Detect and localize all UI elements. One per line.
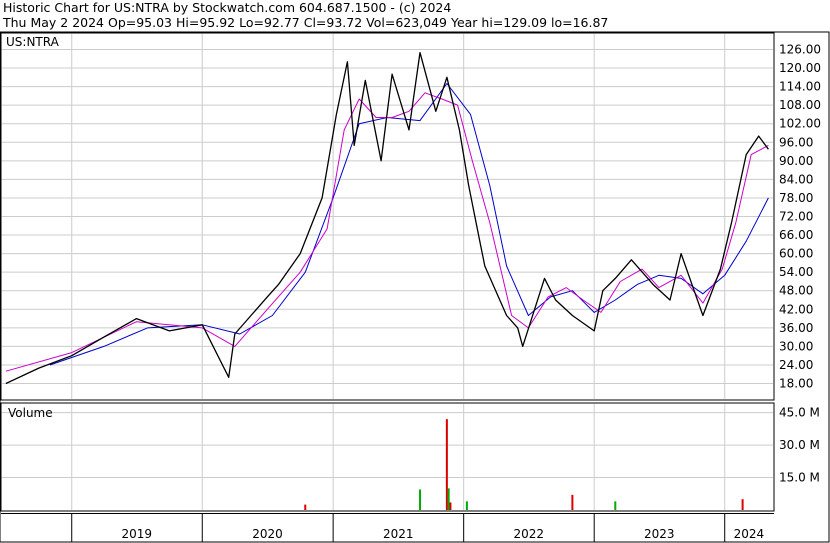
x-tick-label-5: 2024 — [734, 527, 765, 541]
x-tick-label-0: 2019 — [122, 527, 153, 541]
axis-separator — [1, 513, 774, 514]
price-y-tick-9: 72.00 — [779, 210, 813, 224]
volume-y-tick-0: 45.0 M — [779, 406, 820, 420]
price-y-tick-11: 60.00 — [779, 247, 813, 261]
volume-bar-7 — [614, 501, 617, 510]
volume-bar-2 — [445, 419, 448, 510]
price-y-tick-13: 48.00 — [779, 284, 813, 298]
price-y-tick-14: 42.00 — [779, 302, 813, 316]
volume-y-tick-1: 30.0 M — [779, 438, 820, 452]
volume-bar-5 — [465, 501, 468, 510]
price-y-tick-12: 54.00 — [779, 265, 813, 279]
x-axis: 2019 2020 2021 2022 2023 2024 — [71, 514, 765, 542]
price-y-tick-4: 102.00 — [779, 117, 821, 131]
price-y-tick-8: 78.00 — [779, 191, 813, 205]
price-y-tick-3: 108.00 — [779, 98, 821, 112]
price-y-tick-1: 120.00 — [779, 61, 821, 75]
price-y-tick-5: 96.00 — [779, 135, 813, 149]
price-y-tick-10: 66.00 — [779, 228, 813, 242]
volume-bar-6 — [571, 494, 574, 510]
volume-bar-1 — [419, 489, 422, 510]
x-tick-label-2: 2021 — [383, 527, 414, 541]
volume-title: Volume — [8, 406, 53, 420]
price-y-tick-7: 84.00 — [779, 172, 813, 186]
price-y-tick-0: 126.00 — [779, 42, 821, 56]
volume-bar-4 — [449, 502, 452, 510]
volume-bar-0 — [304, 504, 307, 510]
x-tick-label-4: 2023 — [644, 527, 675, 541]
volume-y-axis: 45.0 M 30.0 M 15.0 M — [779, 406, 820, 485]
x-tick-label-1: 2020 — [252, 527, 283, 541]
chart-canvas: 126.00 120.00 114.00 108.00 102.00 96.00 90.00… — [0, 31, 830, 543]
volume-bar-3 — [447, 488, 450, 510]
volume-y-tick-2: 15.0 M — [779, 471, 820, 485]
price-y-tick-18: 18.00 — [779, 377, 813, 391]
price-y-tick-15: 36.00 — [779, 321, 813, 335]
volume-panel — [0, 402, 775, 512]
price-y-tick-16: 30.00 — [779, 339, 813, 353]
x-tick-label-3: 2022 — [513, 527, 544, 541]
price-y-axis: 126.00 120.00 114.00 108.00 102.00 96.00 90.00… — [779, 42, 821, 390]
price-y-tick-17: 24.00 — [779, 358, 813, 372]
price-y-tick-2: 114.00 — [779, 80, 821, 94]
volume-bar-8 — [741, 499, 744, 510]
chart-title: US:NTRA — [6, 35, 60, 49]
price-y-tick-6: 90.00 — [779, 154, 813, 168]
